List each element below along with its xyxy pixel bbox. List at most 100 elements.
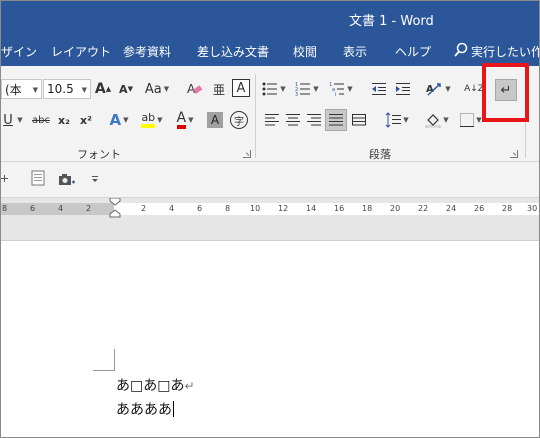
document-title: 文書 1 - Word	[349, 14, 434, 29]
page-gap	[1, 219, 539, 241]
chevron-down-icon: ▼	[32, 86, 38, 94]
tell-me-box[interactable]: 実行したい作	[471, 43, 539, 60]
tab-review[interactable]: 校閲	[293, 43, 317, 60]
margin-corner-mark	[93, 349, 115, 371]
phonetic-guide-label: 亜	[212, 82, 225, 97]
customize-qat-icon[interactable]	[89, 170, 101, 188]
document-line[interactable]: ああああ	[116, 399, 174, 419]
multilevel-list-button[interactable]: 1 a i ▼	[327, 79, 355, 99]
tab-layout[interactable]: レイアウト	[51, 43, 111, 60]
sort-button[interactable]: A↓Z	[464, 79, 484, 99]
enclose-characters-label: 字	[234, 116, 244, 128]
asian-layout-icon: A	[426, 83, 442, 96]
text-effects-label: A	[109, 111, 122, 129]
change-case-button[interactable]: Aa ▼	[142, 79, 172, 99]
strikethrough-button[interactable]: abc	[29, 110, 53, 130]
character-shading-button[interactable]: A	[207, 112, 223, 128]
qat-item-icon[interactable]	[1, 170, 11, 188]
superscript-button[interactable]: x²	[77, 110, 95, 130]
paragraph-dialog-launcher-icon[interactable]	[510, 150, 518, 158]
ruler-tick-label: 6	[197, 204, 203, 213]
ruler-tick-label: 16	[334, 204, 345, 213]
tab-references[interactable]: 参考資料	[123, 43, 171, 60]
superscript-label: x²	[80, 113, 92, 127]
decrease-indent-button[interactable]	[369, 79, 389, 99]
increase-indent-icon	[396, 83, 410, 95]
ruler-tick-label: 14	[306, 204, 317, 213]
line-spacing-button[interactable]: ▼	[383, 110, 411, 130]
ruler-tick-label: 6	[30, 204, 36, 213]
borders-button[interactable]: ▼	[457, 110, 485, 130]
sort-label: A↓Z	[464, 84, 484, 94]
paragraph-group-label: 段落	[369, 148, 391, 161]
bullet-list-icon	[262, 82, 278, 96]
enclose-characters-button[interactable]: 字	[230, 111, 248, 129]
document-page[interactable]: あ□あ□あ↵ ああああ	[1, 241, 539, 437]
shrink-font-button[interactable]: A ▼	[117, 79, 135, 99]
document-icon[interactable]	[29, 169, 47, 187]
bullets-button[interactable]: ▼	[261, 79, 287, 99]
justify-button[interactable]	[325, 109, 347, 131]
distributed-icon	[352, 114, 366, 126]
decrease-indent-icon	[372, 83, 386, 95]
line-spacing-icon	[385, 112, 402, 128]
font-dialog-launcher-icon[interactable]	[243, 150, 251, 158]
justify-icon	[329, 114, 343, 126]
group-divider	[255, 74, 256, 158]
underline-label: U	[3, 112, 13, 128]
font-color-button[interactable]: A ▼	[171, 110, 199, 130]
underline-button[interactable]: U	[1, 110, 15, 130]
shrink-font-label: A	[119, 82, 128, 96]
numbering-button[interactable]: 1 2 3 ▼	[294, 79, 320, 99]
quick-access-toolbar	[1, 162, 539, 197]
asian-layout-button[interactable]: A ▼	[423, 79, 453, 99]
highlight-color-button[interactable]: ab ▼	[138, 110, 166, 130]
chevron-down-icon: ▼	[81, 86, 87, 94]
align-center-icon	[286, 114, 300, 126]
camera-icon[interactable]	[57, 170, 77, 188]
tab-design[interactable]: ザイン	[1, 43, 37, 60]
align-left-button[interactable]	[263, 110, 281, 130]
align-center-button[interactable]	[284, 110, 302, 130]
subscript-label: x₂	[58, 113, 70, 127]
clear-formatting-button[interactable]: A	[185, 79, 205, 99]
document-line[interactable]: あ□あ□あ↵	[116, 375, 195, 395]
increase-indent-button[interactable]	[393, 79, 413, 99]
character-border-button[interactable]: A	[232, 79, 250, 97]
ruler-tick-label: 4	[58, 204, 64, 213]
lightbulb-search-icon[interactable]	[453, 42, 469, 58]
font-group-label: フォント	[77, 148, 121, 161]
ribbon-tabs: ザイン レイアウト 参考資料 差し込み文書 校閲 表示 ヘルプ 実行したい作	[1, 36, 539, 66]
indent-marker-icon[interactable]	[109, 198, 121, 220]
distributed-button[interactable]	[350, 110, 368, 130]
borders-icon	[460, 113, 475, 127]
chevron-down-icon[interactable]: ▼	[15, 110, 23, 130]
highlight-box	[482, 63, 529, 122]
numbered-list-icon: 1 2 3	[295, 82, 311, 97]
font-size-combo[interactable]: 10.5 ▼	[43, 79, 91, 99]
font-name-combo[interactable]: (本 ▼	[1, 79, 42, 99]
ruler-tick-label: 18	[362, 204, 373, 213]
align-left-icon	[265, 114, 279, 126]
ruler-tick-label: 30	[527, 204, 538, 213]
font-name-value: (本	[5, 82, 22, 97]
tab-help[interactable]: ヘルプ	[395, 43, 431, 60]
shading-button[interactable]: ▼	[423, 110, 451, 130]
tab-view[interactable]: 表示	[343, 43, 367, 60]
font-size-value: 10.5	[47, 82, 74, 96]
ruler-tick-label: 22	[418, 204, 429, 213]
align-right-button[interactable]	[305, 110, 323, 130]
highlight-label: ab	[141, 112, 156, 128]
phonetic-guide-button[interactable]: 亜	[209, 79, 229, 99]
ruler-tick-label: 2	[141, 204, 147, 213]
eraser-icon: A	[187, 82, 203, 96]
font-color-label: A	[176, 111, 187, 129]
subscript-button[interactable]: x₂	[55, 110, 73, 130]
text-effects-button[interactable]: A ▼	[105, 110, 133, 130]
text-cursor	[173, 401, 174, 417]
grow-font-button[interactable]: A ▲	[94, 79, 112, 99]
paint-bucket-icon	[426, 114, 441, 128]
tab-mailings[interactable]: 差し込み文書	[197, 43, 269, 60]
title-bar: 文書 1 - Word	[1, 1, 539, 36]
horizontal-ruler[interactable]: 8 6 4 2 2 4 6 8 10 12 14 16 18 20 22 24 …	[1, 197, 539, 220]
